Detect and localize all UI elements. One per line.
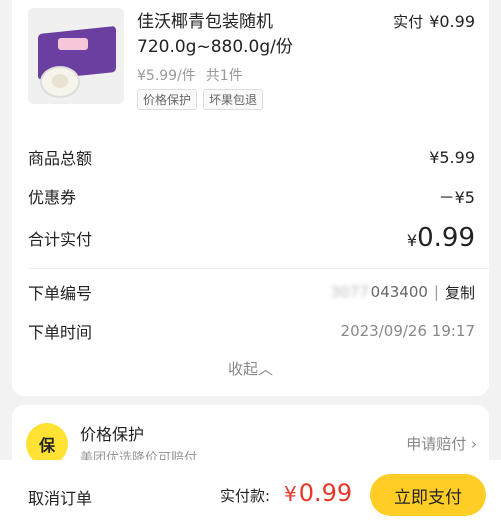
paid-total-value: ¥0.99: [407, 223, 475, 253]
bottom-action-bar: 取消订单 实付款: ¥0.99 立即支付: [0, 460, 501, 531]
order-number-masked: 3077: [330, 283, 369, 301]
product-paid-label: 实付: [393, 13, 424, 31]
product-roll-core-graphic: [52, 74, 68, 88]
quantity: 共1件: [205, 68, 243, 84]
product-title[interactable]: 佳沃椰青包装随机 720.0g~880.0g/份: [137, 10, 367, 60]
paid-total-row: 合计实付 ¥0.99: [28, 222, 475, 254]
tag-bad-fruit-refund: 坏果包退: [203, 89, 264, 110]
order-time-value: 2023/09/26 19:17: [340, 322, 475, 340]
cancel-order-button[interactable]: 取消订单: [28, 485, 92, 509]
pay-amount: ¥0.99: [284, 479, 352, 507]
apply-compensation-link[interactable]: 申请赔付 ›: [406, 433, 477, 454]
paid-total-currency: ¥: [406, 231, 418, 250]
total-value: ¥5.99: [429, 147, 475, 167]
coupon-row: 优惠券 －¥5: [28, 182, 475, 210]
paid-total-label: 合计实付: [28, 230, 93, 249]
order-detail-card: 佳沃椰青包装随机 720.0g~880.0g/份 实付 ¥0.99 ¥5.99/件…: [12, 0, 489, 396]
paid-total-amount: 0.99: [417, 223, 475, 253]
chevron-up-icon: ︿: [258, 360, 274, 378]
total-label: 商品总额: [28, 149, 93, 168]
coupon-label: 优惠券: [28, 188, 77, 207]
order-time-label: 下单时间: [28, 323, 93, 342]
price-protection-title: 价格保护: [80, 425, 145, 444]
collapse-toggle[interactable]: 收起︿: [12, 358, 489, 379]
divider: [28, 268, 489, 269]
collapse-label: 收起: [227, 360, 258, 378]
chevron-right-icon: ›: [466, 435, 477, 453]
order-number-text: 043400: [370, 283, 428, 301]
copy-button[interactable]: 复制: [445, 282, 475, 303]
product-paid-amount: ¥0.99: [429, 12, 475, 31]
order-number-row: 下单编号 3077 043400 | 复制: [28, 278, 475, 306]
product-box-label-graphic: [58, 38, 88, 50]
order-time-row: 下单时间 2023/09/26 19:17: [28, 317, 475, 345]
pay-now-button[interactable]: 立即支付: [370, 474, 486, 516]
coupon-value: －¥5: [438, 188, 475, 207]
shield-badge-icon: 保: [26, 423, 68, 465]
product-price-quantity: ¥5.99/件 共1件: [137, 65, 243, 85]
pay-currency: ¥: [284, 482, 297, 506]
pay-amount-value: 0.99: [298, 479, 353, 507]
tag-price-protection: 价格保护: [137, 89, 198, 110]
pay-amount-label: 实付款:: [220, 487, 271, 505]
order-number-value: 3077 043400 | 复制: [330, 282, 475, 303]
total-row: 商品总额 ¥5.99: [28, 143, 475, 171]
product-tags: 价格保护 坏果包退: [137, 89, 264, 110]
unit-price: ¥5.99/件: [137, 68, 196, 84]
product-paid: 实付 ¥0.99: [393, 11, 475, 32]
order-number-label: 下单编号: [28, 284, 93, 303]
order-number-separator: |: [433, 283, 439, 301]
apply-compensation-label: 申请赔付: [406, 435, 467, 453]
product-image[interactable]: [28, 8, 124, 104]
